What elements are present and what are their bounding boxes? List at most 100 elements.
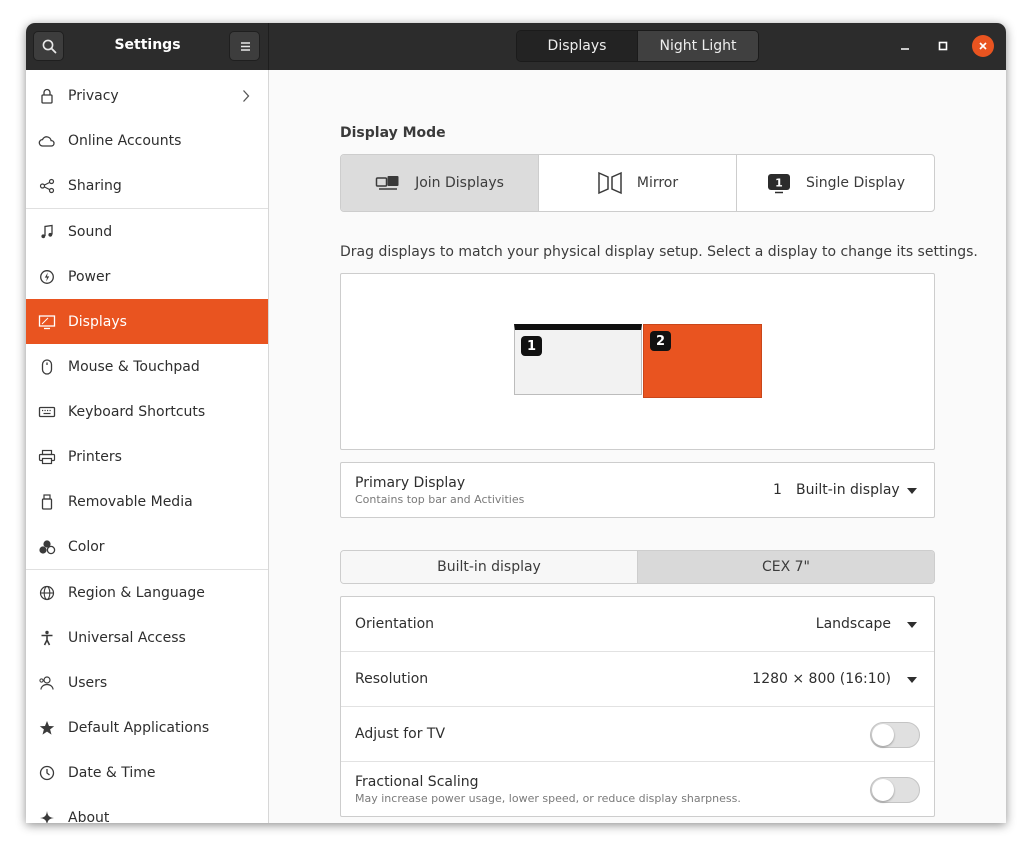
adjust-for-tv-label: Adjust for TV [355,726,446,742]
sidebar-item-power[interactable]: Power [26,254,268,299]
single-display-button[interactable]: 1 Single Display [737,155,934,211]
primary-display-number: 1 [773,482,782,498]
maximize-icon [938,41,948,51]
monitor-2[interactable]: 2 [643,324,762,398]
close-icon [979,42,987,50]
header-bar: Settings Displays Night Light [26,23,1006,70]
resolution-row[interactable]: Resolution 1280 × 800 (16:10) [341,652,934,707]
display-arrangement-area: 1 2 [340,273,935,450]
sidebar-item-label: Color [68,538,105,555]
sidebar-item-universal-access[interactable]: Universal Access [26,615,268,660]
mirror-label: Mirror [636,175,679,191]
sidebar-item-label: Sound [68,223,113,240]
tab-built-in-display[interactable]: Built-in display [341,551,638,583]
sidebar-item-label: Keyboard Shortcuts [68,403,206,420]
switch-knob [872,779,894,801]
sidebar: Privacy Online Accounts Sharing Sound Po… [26,70,269,823]
sidebar-item-displays[interactable]: Displays [26,299,268,344]
fractional-scaling-sublabel: May increase power usage, lower speed, o… [355,792,741,805]
sidebar-item-label: Date & Time [68,764,156,781]
mirror-button[interactable]: Mirror [539,155,737,211]
sidebar-item-privacy[interactable]: Privacy [26,73,268,118]
monitor-number-badge: 1 [521,336,542,356]
dropdown-arrow-icon [907,488,917,494]
star-icon [26,720,68,736]
adjust-for-tv-switch[interactable] [870,722,920,748]
globe-icon [26,585,68,601]
primary-display-value: Built-in display [796,482,900,498]
fractional-scaling-switch[interactable] [870,777,920,803]
tab-displays[interactable]: Displays [517,31,638,61]
sidebar-item-label: Universal Access [68,629,186,646]
switch-knob [872,724,894,746]
arrangement-hint: Drag displays to match your physical dis… [340,244,978,260]
sidebar-item-users[interactable]: Users [26,660,268,705]
sidebar-item-date-time[interactable]: Date & Time [26,750,268,795]
orientation-row[interactable]: Orientation Landscape [341,597,934,652]
single-display-label: Single Display [805,175,906,191]
sidebar-item-label: Users [68,674,108,691]
fractional-scaling-label: Fractional Scaling [355,774,479,790]
minimize-button[interactable] [894,35,916,57]
sidebar-item-label: Online Accounts [68,132,182,149]
minimize-icon [901,48,909,50]
display-mode-title: Display Mode [340,125,446,141]
sidebar-item-label: Displays [68,313,127,330]
single-display-icon: 1 [767,174,790,194]
monitor-1[interactable]: 1 [514,324,642,395]
settings-window: Settings Displays Night Light Privacy On… [26,23,1006,823]
sidebar-item-color[interactable]: Color [26,524,268,569]
sidebar-item-label: Removable Media [68,493,193,510]
color-icon [26,539,68,555]
dropdown-arrow-icon [907,622,917,628]
close-button[interactable] [972,35,994,57]
primary-display-label: Primary Display [355,475,466,491]
single-display-badge: 1 [775,177,783,190]
lock-icon [26,88,68,104]
clock-icon [26,765,68,781]
sidebar-item-label: Printers [68,448,122,465]
join-displays-icon [375,176,399,190]
display-tabs: Built-in display CEX 7" [340,550,935,584]
join-displays-button[interactable]: Join Displays [341,155,539,211]
accessibility-icon [26,630,68,646]
sidebar-item-default-applications[interactable]: Default Applications [26,705,268,750]
users-icon [26,675,68,691]
share-icon [26,178,68,194]
sidebar-item-region-language[interactable]: Region & Language [26,570,268,615]
sidebar-item-printers[interactable]: Printers [26,434,268,479]
power-icon [26,269,68,285]
monitor-number-badge: 2 [650,331,671,351]
display-mode-selector: Join Displays Mirror 1 Single Display [340,154,935,212]
sidebar-item-sharing[interactable]: Sharing [26,163,268,208]
music-note-icon [26,224,68,240]
sidebar-item-label: Privacy [68,87,119,104]
sidebar-item-sound[interactable]: Sound [26,209,268,254]
menu-button[interactable] [229,31,260,61]
resolution-value: 1280 × 800 (16:10) [752,671,891,687]
orientation-label: Orientation [355,616,435,632]
join-displays-label: Join Displays [415,175,504,191]
tab-cex-7[interactable]: CEX 7" [638,551,934,583]
display-icon [26,314,68,330]
tab-night-light[interactable]: Night Light [638,31,758,61]
sidebar-header: Settings [26,23,269,70]
mirror-icon [598,171,622,195]
hamburger-icon [241,42,250,51]
usb-icon [26,493,68,510]
primary-display-row[interactable]: Primary Display Contains top bar and Act… [340,462,935,518]
sidebar-item-label: Region & Language [68,584,205,601]
maximize-button[interactable] [932,35,954,57]
sidebar-item-online-accounts[interactable]: Online Accounts [26,118,268,163]
sidebar-item-keyboard-shortcuts[interactable]: Keyboard Shortcuts [26,389,268,434]
sidebar-item-label: Sharing [68,177,122,194]
sidebar-item-mouse-touchpad[interactable]: Mouse & Touchpad [26,344,268,389]
sidebar-item-removable-media[interactable]: Removable Media [26,479,268,524]
primary-display-sublabel: Contains top bar and Activities [355,493,525,506]
display-settings-list: Orientation Landscape Resolution 1280 × … [340,596,935,817]
mouse-icon [26,358,68,375]
sidebar-item-label: Power [68,268,111,285]
fractional-scaling-row: Fractional Scaling May increase power us… [341,762,934,817]
sidebar-item-about[interactable]: About [26,795,268,823]
cloud-icon [26,134,68,148]
